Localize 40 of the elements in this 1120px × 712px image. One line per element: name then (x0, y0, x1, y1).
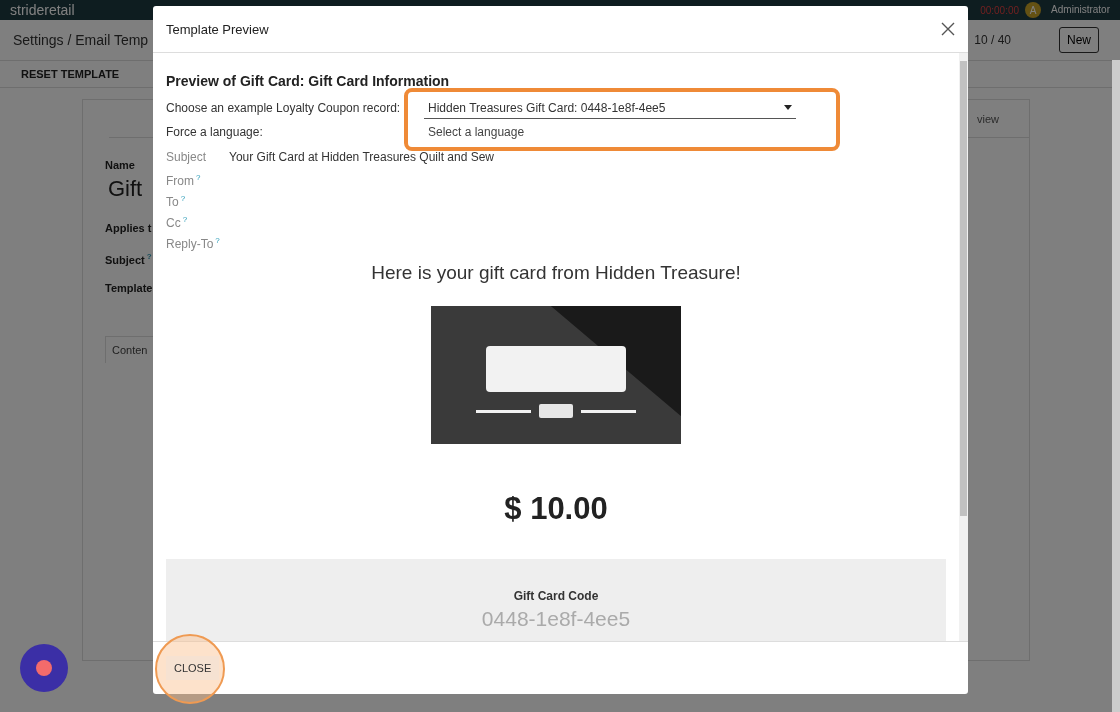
help-mark: ? (182, 215, 188, 224)
field-label: Subject $^{?}$ (105, 250, 152, 267)
close-icon[interactable] (941, 22, 955, 36)
field-label: Name (105, 158, 135, 172)
help-mark: ? (196, 173, 201, 182)
reset-template-button[interactable]: RESET TEMPLATE (21, 68, 120, 80)
field-label: Template (105, 281, 153, 295)
code-label: Gift Card Code (513, 589, 599, 603)
record-select[interactable]: Hidden Treasures Gift Card: 0448-1e8f-4ee5 (424, 97, 796, 119)
close-button[interactable]: CLOSE (166, 656, 220, 680)
help-mark: ? (215, 236, 220, 245)
help-mark: ? (180, 194, 186, 203)
scrollbar[interactable] (1112, 60, 1120, 712)
header-label: Cc $^{?}$ (166, 215, 189, 230)
caret-icon (784, 105, 792, 110)
help-mark: ? (146, 251, 152, 261)
preview-heading: Preview of Gift Card: Gift Card Information (166, 72, 450, 91)
header-label: To $^{?}$ (166, 194, 187, 209)
field-label: Applies t (105, 221, 152, 235)
tab-label[interactable]: view (977, 112, 999, 125)
field-label: Choose an example Loyalty Coupon record: (166, 101, 402, 115)
header-label: Subject (166, 150, 208, 164)
language-select[interactable]: Select a language (424, 121, 529, 143)
new-button[interactable]: New (1059, 27, 1099, 53)
amount: $ 10.00 (504, 491, 608, 527)
header-label: From $^{?}$ (166, 173, 202, 188)
header-value: Your Gift Card at Hidden Treasures Quilt and Sew (229, 150, 495, 164)
user-name[interactable]: Administrator (1051, 3, 1110, 17)
breadcrumb: Settings / Email Temp (13, 32, 149, 48)
record-button[interactable] (20, 644, 68, 692)
scrollbar[interactable] (959, 53, 968, 641)
timer: 00:00:00 (980, 4, 1020, 16)
gift-card-code: 0448-1e8f-4ee5 (481, 607, 631, 631)
dialog-title: Template Preview (166, 21, 269, 37)
name-value: Gift (108, 175, 143, 203)
field-label: Force a language: (166, 125, 264, 139)
pager: 10 / 40 (974, 33, 1011, 47)
greeting-text: Here is your gift card from Hidden Treasure! (371, 262, 741, 284)
header-label: Reply-To $^{?}$ (166, 236, 221, 251)
brand-name: strideretail (10, 2, 75, 18)
